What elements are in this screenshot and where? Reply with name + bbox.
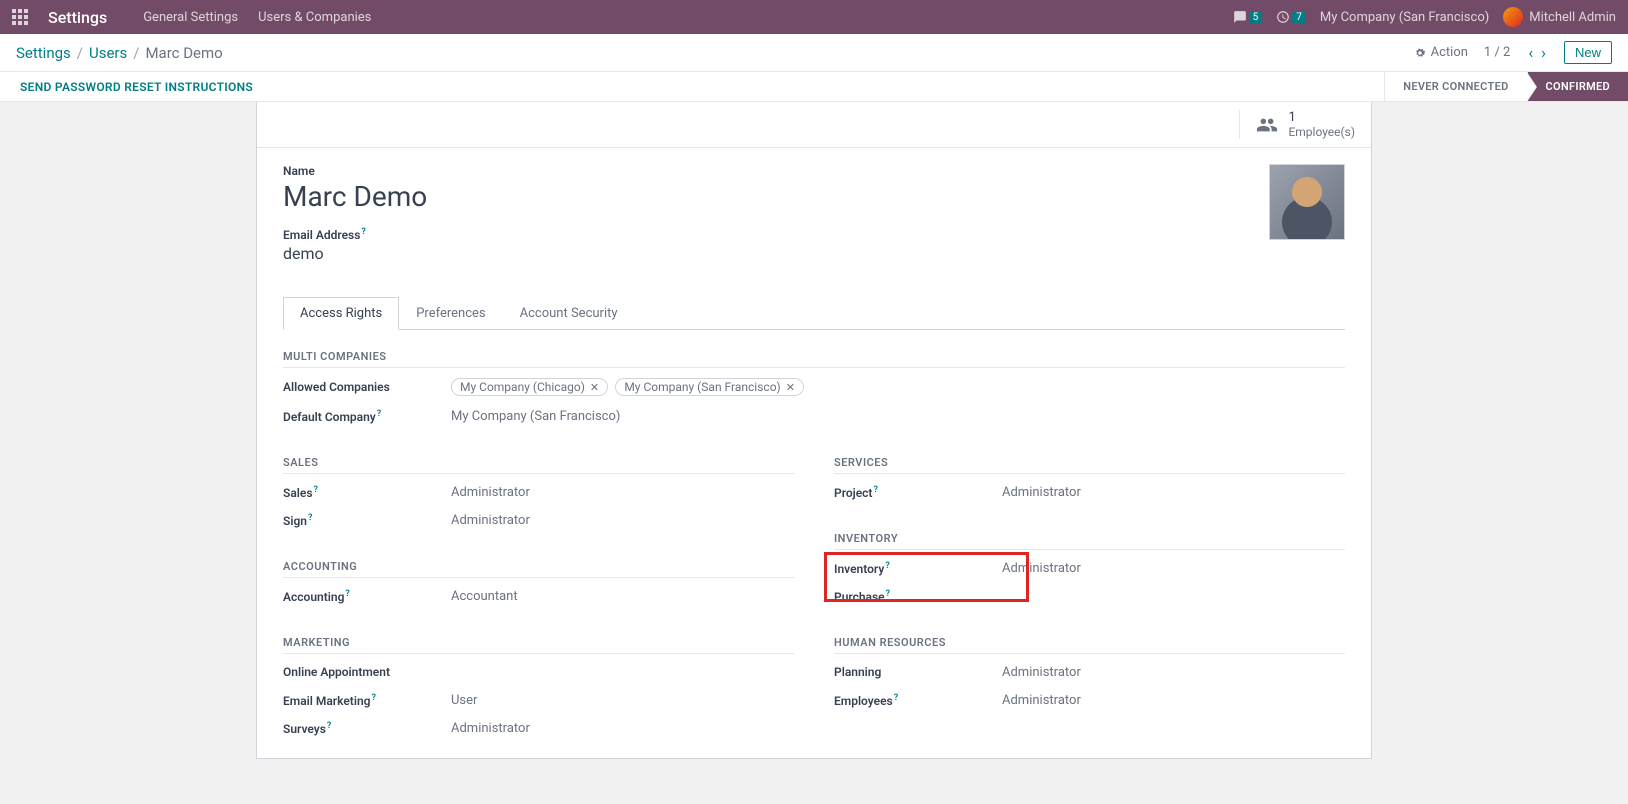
sales-label: Sales? [283,485,451,500]
email-marketing-field[interactable]: User [451,693,477,708]
activities-button[interactable]: 7 [1276,10,1306,24]
help-icon[interactable]: ? [894,693,898,703]
sign-field[interactable]: Administrator [451,513,530,528]
send-password-reset-button[interactable]: SEND PASSWORD RESET INSTRUCTIONS [20,80,253,94]
tab-preferences[interactable]: Preferences [399,297,502,330]
tab-access-rights[interactable]: Access Rights [283,297,399,330]
clock-icon [1276,10,1290,24]
help-icon[interactable]: ? [371,693,375,703]
tabs: Access Rights Preferences Account Securi… [283,297,1345,330]
online-appointment-label: Online Appointment [283,665,451,679]
employees-field[interactable]: Administrator [1002,693,1081,708]
new-button[interactable]: New [1564,41,1612,64]
section-accounting: ACCOUNTING [283,560,794,578]
status-never-connected[interactable]: NEVER CONNECTED [1384,72,1526,101]
company-selector[interactable]: My Company (San Francisco) [1320,10,1489,25]
help-icon[interactable]: ? [361,227,365,237]
section-services: SERVICES [834,456,1345,474]
chat-icon [1233,10,1247,24]
project-label: Project? [834,485,1002,500]
highlight-box [824,552,1029,602]
breadcrumb-users[interactable]: Users [89,44,127,62]
breadcrumb-current: Marc Demo [145,44,222,62]
control-panel: Settings / Users / Marc Demo Action 1 / … [0,34,1628,72]
default-company-field[interactable]: My Company (San Francisco) [451,409,620,424]
gear-icon [1413,46,1427,60]
planning-label: Planning [834,665,1002,679]
form-sheet: 1 Employee(s) Name Marc Demo Email Addre… [256,102,1372,759]
email-label: Email Address? [283,227,1269,242]
help-icon[interactable]: ? [308,513,312,523]
section-inventory: INVENTORY [834,532,1345,550]
pager-prev[interactable]: ‹ [1526,43,1535,62]
help-icon[interactable]: ? [873,485,877,495]
help-icon[interactable]: ? [345,589,349,599]
breadcrumb-settings[interactable]: Settings [16,44,71,62]
section-multi-companies: MULTI COMPANIES [283,350,1345,368]
action-dropdown[interactable]: Action [1413,45,1468,60]
accounting-field[interactable]: Accountant [451,589,518,604]
users-icon [1256,114,1278,136]
user-menu[interactable]: Mitchell Admin [1503,7,1616,27]
email-marketing-label: Email Marketing? [283,693,451,708]
surveys-field[interactable]: Administrator [451,721,530,736]
remove-tag-icon[interactable]: ✕ [786,381,795,394]
accounting-label: Accounting? [283,589,451,604]
employees-label: Employees? [834,693,1002,708]
section-hr: HUMAN RESOURCES [834,636,1345,654]
messages-button[interactable]: 5 [1233,10,1263,24]
surveys-label: Surveys? [283,721,451,736]
menu-users-companies[interactable]: Users & Companies [258,10,371,25]
tab-account-security[interactable]: Account Security [503,297,635,330]
help-icon[interactable]: ? [327,721,331,731]
topbar: Settings General Settings Users & Compan… [0,0,1628,34]
status-confirmed[interactable]: CONFIRMED [1527,72,1628,101]
sales-field[interactable]: Administrator [451,485,530,500]
help-icon[interactable]: ? [314,485,318,495]
employees-stat-button[interactable]: 1 Employee(s) [1239,110,1355,139]
help-icon[interactable]: ? [377,409,381,419]
name-label: Name [283,164,1269,178]
email-field[interactable]: demo [283,244,1269,263]
menu-general-settings[interactable]: General Settings [143,10,238,25]
allowed-companies-field[interactable]: My Company (Chicago)✕ My Company (San Fr… [451,378,808,396]
default-company-label: Default Company? [283,409,451,424]
company-tag[interactable]: My Company (Chicago)✕ [451,378,608,396]
company-tag[interactable]: My Company (San Francisco)✕ [615,378,804,396]
project-field[interactable]: Administrator [1002,485,1081,500]
allowed-companies-label: Allowed Companies [283,380,451,394]
pager-count[interactable]: 1 / 2 [1484,45,1510,60]
sign-label: Sign? [283,513,451,528]
remove-tag-icon[interactable]: ✕ [590,381,599,394]
statusbar: SEND PASSWORD RESET INSTRUCTIONS NEVER C… [0,72,1628,102]
user-avatar-icon [1503,7,1523,27]
section-sales: SALES [283,456,794,474]
app-title[interactable]: Settings [48,8,107,27]
user-photo[interactable] [1269,164,1345,240]
name-field[interactable]: Marc Demo [283,180,1269,213]
section-marketing: MARKETING [283,636,794,654]
breadcrumb: Settings / Users / Marc Demo [16,44,223,62]
pager-next[interactable]: › [1539,43,1548,62]
apps-icon[interactable] [12,9,28,25]
planning-field[interactable]: Administrator [1002,665,1081,680]
